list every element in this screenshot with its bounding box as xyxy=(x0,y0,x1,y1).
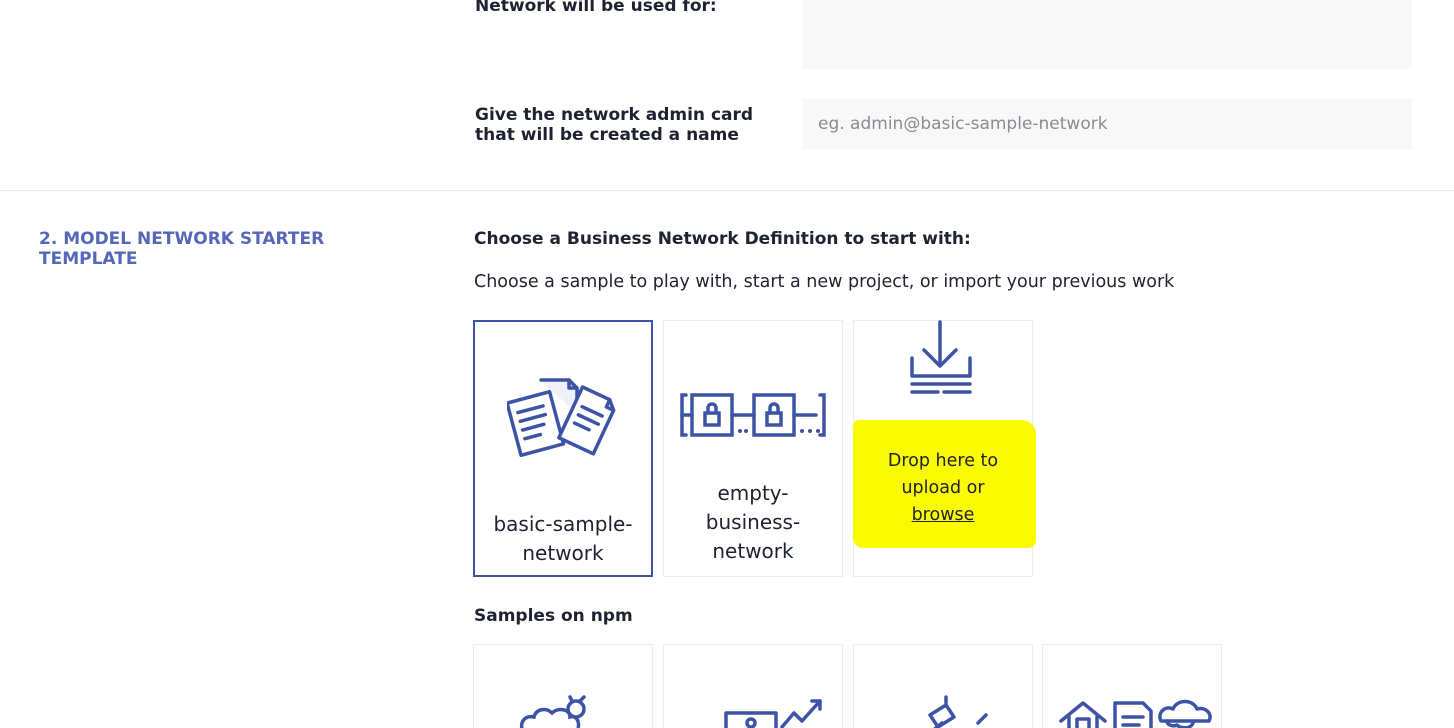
template-label-line1: basic-sample- xyxy=(493,512,633,536)
section-divider xyxy=(0,190,1454,191)
template-label-line3: network xyxy=(712,539,794,563)
auction-gavel-icon xyxy=(928,695,988,728)
admin-card-label-line2: that will be created a name xyxy=(475,125,739,145)
npm-samples-heading: Samples on npm xyxy=(474,606,633,626)
template-label-line1: empty- xyxy=(717,481,789,505)
property-docs-icon xyxy=(1059,699,1212,728)
choose-heading: Choose a Business Network Definition to … xyxy=(474,229,971,249)
documents-icon xyxy=(507,378,616,458)
admin-card-label-line1: Give the network admin card xyxy=(475,105,754,125)
npm-sample-card[interactable] xyxy=(663,644,843,728)
usage-textarea[interactable] xyxy=(802,0,1412,69)
template-label: basic-sample- network xyxy=(475,510,651,568)
usage-label: Network will be used for: xyxy=(475,0,717,16)
drop-instructions: Drop here to upload or browse xyxy=(853,448,1033,529)
template-label-line2: business- xyxy=(705,510,801,534)
npm-sample-card[interactable] xyxy=(1042,644,1222,728)
template-label: empty- business- network xyxy=(664,479,842,566)
section-title: 2. MODEL NETWORK STARTER TEMPLATE xyxy=(39,229,325,269)
download-tray-icon xyxy=(910,320,972,394)
npm-sample-card[interactable] xyxy=(473,644,653,728)
drop-line2: upload or xyxy=(901,478,985,498)
choose-subheading: Choose a sample to play with, start a ne… xyxy=(474,272,1175,292)
template-label-line2: network xyxy=(522,541,604,565)
drop-line1: Drop here to xyxy=(887,451,999,471)
animal-tracking-icon xyxy=(519,695,586,728)
browse-link[interactable]: browse xyxy=(912,505,975,525)
blocks-chain-icon xyxy=(680,393,826,437)
admin-card-name-input[interactable] xyxy=(802,98,1412,150)
template-card-empty-business-network[interactable]: empty- business- network xyxy=(663,320,843,577)
npm-sample-card[interactable] xyxy=(853,644,1033,728)
admin-card-label: Give the network admin card that will be… xyxy=(475,105,753,145)
template-card-basic-sample-network[interactable]: basic-sample- network xyxy=(473,320,653,577)
trading-chart-icon xyxy=(724,699,822,728)
